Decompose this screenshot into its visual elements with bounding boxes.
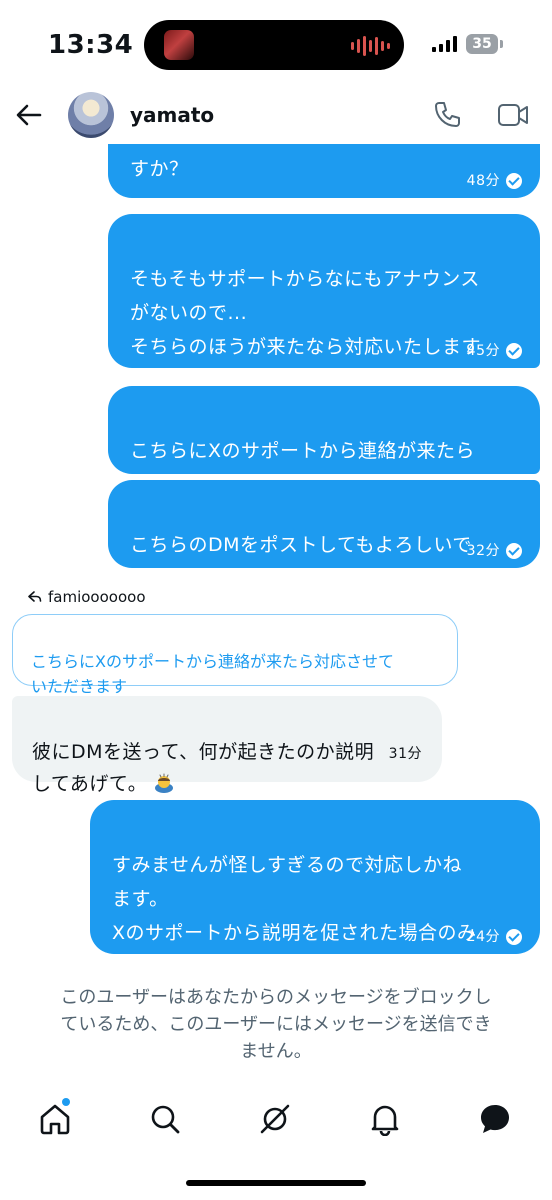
reply-arrow-icon xyxy=(28,591,42,602)
quoted-text: こちらにXのサポートから連絡が来たら対応させて いただきます xyxy=(31,652,394,696)
dynamic-island[interactable] xyxy=(144,20,404,70)
person-bowing-emoji-icon xyxy=(155,773,174,793)
now-playing-artwork xyxy=(164,30,194,60)
message-time: 31分 xyxy=(388,746,422,762)
read-check-icon xyxy=(506,543,522,559)
message-text: すか？ xyxy=(130,158,189,180)
message-text: こちらのDMをポストしてもよろしいで しょうか？ xyxy=(130,534,472,590)
message-time: 48分 xyxy=(466,173,500,189)
read-check-icon xyxy=(506,343,522,359)
message-time: 45分 xyxy=(466,343,500,359)
quoted-message[interactable]: こちらにXのサポートから連絡が来たら対応させて いただきます xyxy=(12,614,458,696)
audio-wave-icon xyxy=(351,35,390,57)
message-meta: 45分 xyxy=(467,342,522,360)
message-meta: 48分 xyxy=(467,172,522,190)
arrow-left-icon[interactable] xyxy=(14,100,44,130)
battery-icon: 35 xyxy=(466,34,498,54)
notification-dot xyxy=(62,1098,70,1106)
reply-username: famiooooooo xyxy=(48,588,146,606)
home-icon[interactable] xyxy=(38,1102,72,1136)
message-time: 32分 xyxy=(466,543,500,559)
read-check-icon xyxy=(506,929,522,945)
conversation-username[interactable]: yamato xyxy=(130,103,214,127)
bottom-tab-bar xyxy=(0,1090,552,1150)
battery-tip xyxy=(500,40,503,48)
status-time: 13:34 xyxy=(48,30,134,60)
bell-icon[interactable] xyxy=(368,1102,402,1136)
message-text: 彼にDMを送って、何が起きたのか説明 してあげて。 xyxy=(32,741,375,795)
video-icon[interactable] xyxy=(497,102,529,128)
signal-icon xyxy=(432,36,457,52)
outgoing-message[interactable]: こちらにXのサポートから連絡が来たら 対応させていただきます xyxy=(108,386,540,496)
grok-icon[interactable] xyxy=(258,1102,292,1136)
outgoing-message[interactable]: すみませんが怪しすぎるので対応しかね ます。 Xのサポートから説明を促された場合… xyxy=(90,800,540,978)
status-bar: 13:34 35 xyxy=(0,0,552,90)
incoming-message[interactable]: 彼にDMを送って、何が起きたのか説明 してあげて。 31分 xyxy=(12,696,442,795)
blocked-notice: このユーザーはあなたからのメッセージをブロックし ているため、このユーザーにはメ… xyxy=(60,987,492,1062)
outgoing-message[interactable]: そもそもサポートからなにもアナウンス がないので... そちらのほうが来たなら対… xyxy=(108,214,540,392)
read-check-icon xyxy=(506,173,522,189)
phone-icon[interactable] xyxy=(432,100,462,130)
home-indicator[interactable] xyxy=(186,1180,366,1186)
message-text: そもそもサポートからなにもアナウンス がないので... そちらのほうが来たなら対… xyxy=(130,268,482,392)
reply-context: famiooooooo xyxy=(28,588,146,606)
message-text: すみませんが怪しすぎるので対応しかね ます。 Xのサポートから説明を促された場合… xyxy=(112,854,477,978)
conversation-header: yamato xyxy=(0,90,552,144)
avatar[interactable] xyxy=(68,92,114,138)
message-time: 24分 xyxy=(466,929,500,945)
message-meta: 32分 xyxy=(467,542,522,560)
search-icon[interactable] xyxy=(148,1102,182,1136)
messages-icon[interactable] xyxy=(478,1102,512,1136)
message-meta: 24分 xyxy=(467,928,522,946)
outgoing-message[interactable]: こちらのDMをポストしてもよろしいで しょうか？ 32分 xyxy=(108,480,540,590)
